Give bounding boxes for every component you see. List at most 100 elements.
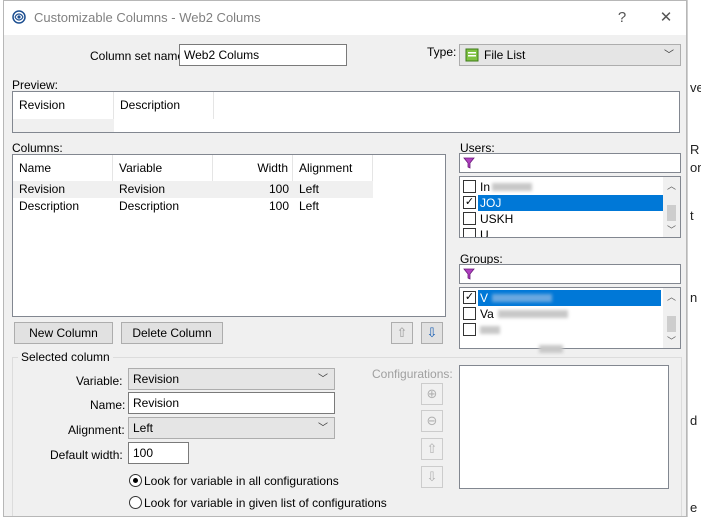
- configuration-up-icon[interactable]: ⇧: [421, 438, 443, 460]
- columns-header-name[interactable]: Name: [13, 155, 113, 181]
- preview-empty-cell: [13, 119, 114, 132]
- redacted-text: [492, 183, 532, 191]
- group-checkbox-checked[interactable]: ✓: [463, 291, 476, 304]
- cell-alignment: Left: [299, 199, 320, 213]
- alignment-select-value: Left: [133, 421, 154, 435]
- scroll-up-icon[interactable]: ︿: [663, 179, 680, 192]
- default-width-input[interactable]: 100: [128, 442, 189, 464]
- list-item-selected[interactable]: JOJ: [478, 195, 680, 211]
- list-item[interactable]: U: [460, 227, 665, 238]
- type-select-value: File List: [484, 48, 526, 62]
- radio-list-configurations[interactable]: [129, 496, 142, 509]
- default-width-label: Default width:: [50, 448, 123, 462]
- columns-header-width[interactable]: Width: [213, 155, 293, 181]
- type-label: Type:: [427, 45, 457, 59]
- move-down-icon[interactable]: ⇩: [421, 322, 443, 344]
- alignment-select[interactable]: Left ﹀: [128, 417, 335, 439]
- new-column-button[interactable]: New Column: [14, 322, 113, 344]
- scroll-down-icon[interactable]: ﹀: [663, 334, 680, 347]
- configuration-down-icon[interactable]: ⇩: [421, 466, 443, 488]
- cell-alignment: Left: [299, 182, 320, 196]
- preview-panel: Revision Description: [12, 91, 680, 133]
- table-row[interactable]: Description Description 100 Left: [13, 198, 373, 215]
- background-text: d: [690, 413, 698, 428]
- cell-width: 100: [268, 182, 289, 196]
- close-button[interactable]: ✕: [656, 8, 676, 28]
- scroll-thumb[interactable]: [667, 205, 676, 221]
- radio-list-configurations-label: Look for variable in given list of confi…: [144, 496, 387, 510]
- list-item-selected[interactable]: V: [478, 290, 661, 306]
- table-row[interactable]: Revision Revision 100 Left: [13, 181, 373, 198]
- user-checkbox[interactable]: [463, 212, 476, 225]
- columns-header-variable[interactable]: Variable: [113, 155, 213, 181]
- variable-select[interactable]: Revision ﹀: [128, 368, 335, 390]
- list-item[interactable]: In: [460, 179, 665, 195]
- add-configuration-icon[interactable]: ⊕: [421, 383, 443, 405]
- chevron-down-icon: ﹀: [664, 50, 674, 61]
- columns-label: Columns:: [12, 141, 63, 155]
- background-window: ve R on t n d e: [687, 0, 701, 517]
- redacted-text: [480, 326, 500, 334]
- title-bar: Customizable Columns - Web2 Colums ? ✕: [4, 1, 686, 35]
- preview-header-revision: Revision: [13, 92, 114, 119]
- user-name: USKH: [480, 212, 514, 226]
- scroll-up-icon[interactable]: ︿: [663, 290, 680, 303]
- columns-header-alignment[interactable]: Alignment: [293, 155, 373, 181]
- delete-column-button[interactable]: Delete Column: [121, 322, 223, 344]
- name-input[interactable]: Revision: [128, 392, 335, 414]
- move-up-icon[interactable]: ⇧: [391, 322, 413, 344]
- radio-all-configurations-label: Look for variable in all configurations: [144, 474, 339, 488]
- background-text: on: [690, 160, 701, 175]
- user-name: U: [480, 228, 489, 238]
- group-checkbox[interactable]: [463, 307, 476, 320]
- filter-icon: [463, 268, 475, 280]
- user-name: In: [480, 180, 491, 194]
- users-scrollbar[interactable]: ︿ ﹀: [663, 177, 680, 237]
- type-select[interactable]: File List ﹀: [459, 44, 681, 66]
- user-checkbox[interactable]: [463, 180, 476, 193]
- name-label: Name:: [90, 398, 126, 412]
- column-set-name-input[interactable]: Web2 Colums: [179, 44, 347, 66]
- cell-variable: Revision: [119, 182, 166, 196]
- radio-all-configurations[interactable]: [129, 474, 142, 487]
- alignment-label: Alignment:: [68, 423, 125, 437]
- group-name: Va: [480, 307, 494, 321]
- remove-configuration-icon[interactable]: ⊖: [421, 410, 443, 432]
- help-button[interactable]: ?: [612, 8, 632, 28]
- customizable-columns-dialog: Customizable Columns - Web2 Colums ? ✕ C…: [3, 0, 687, 517]
- background-text: n: [690, 290, 698, 305]
- groups-filter-input[interactable]: [459, 264, 681, 284]
- background-text: ve: [690, 80, 701, 95]
- users-list: In JOJ ✓ USKH U ︿ ﹀: [459, 176, 681, 238]
- list-item[interactable]: [460, 322, 665, 338]
- configurations-label: Configurations:: [372, 367, 453, 381]
- window-title: Customizable Columns - Web2 Colums: [34, 10, 261, 25]
- background-text: t: [690, 208, 694, 223]
- columns-table: Name Variable Width Alignment Revision R…: [12, 154, 446, 317]
- user-name: JOJ: [480, 196, 502, 210]
- user-checkbox[interactable]: [463, 228, 476, 237]
- file-list-icon: [465, 48, 479, 62]
- group-name: V: [480, 291, 489, 305]
- scroll-thumb[interactable]: [667, 316, 676, 332]
- chevron-down-icon: ﹀: [318, 423, 328, 434]
- background-text: e: [690, 500, 698, 515]
- cell-variable: Description: [119, 199, 180, 213]
- list-item[interactable]: Va: [460, 306, 665, 322]
- scroll-down-icon[interactable]: ﹀: [663, 223, 680, 236]
- groups-list: V ✓ Va ︿ ﹀: [459, 287, 681, 349]
- variable-select-value: Revision: [133, 372, 180, 386]
- users-filter-input[interactable]: [459, 153, 681, 173]
- preview-header-description: Description: [114, 92, 214, 119]
- redacted-text: [498, 310, 568, 318]
- filter-icon: [463, 157, 475, 169]
- list-item[interactable]: USKH: [460, 211, 665, 227]
- group-checkbox[interactable]: [463, 323, 476, 336]
- user-checkbox-checked[interactable]: ✓: [463, 196, 476, 209]
- app-icon: [12, 10, 26, 24]
- redacted-text: [539, 345, 563, 353]
- chevron-down-icon: ﹀: [318, 374, 328, 385]
- groups-scrollbar[interactable]: ︿ ﹀: [663, 288, 680, 348]
- cell-name: Description: [19, 199, 80, 213]
- configurations-list[interactable]: [459, 365, 669, 489]
